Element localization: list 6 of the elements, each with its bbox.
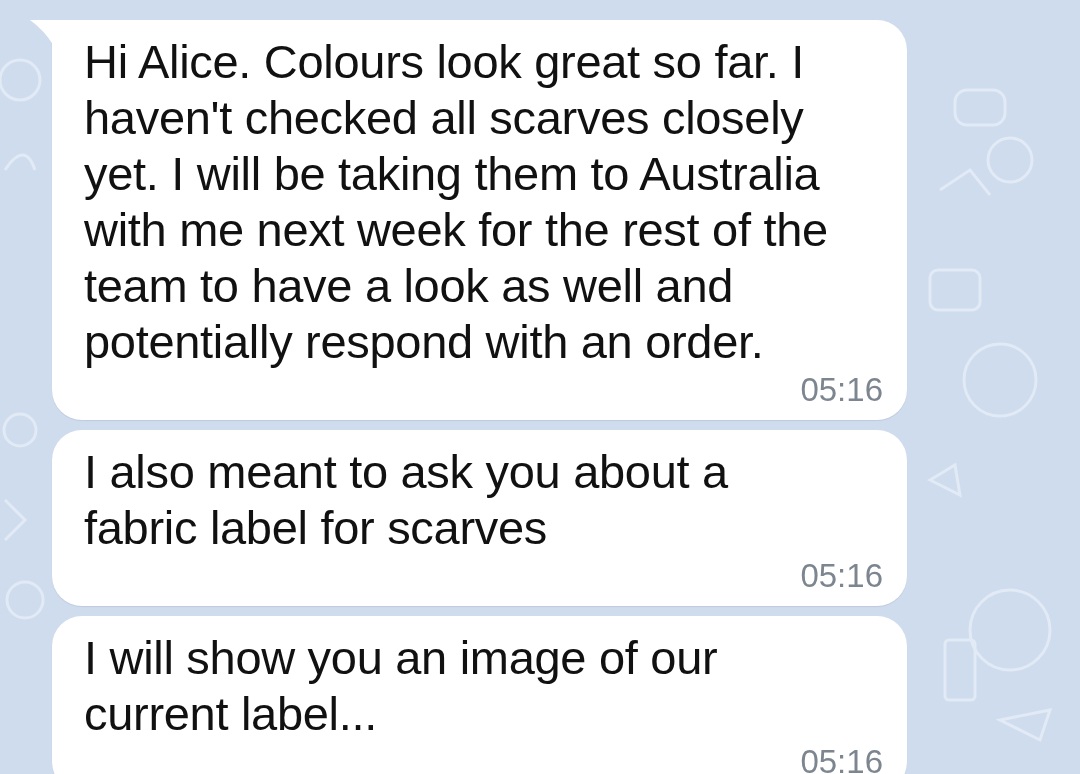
message-text: I also meant to ask you about a fabric label for scarves xyxy=(84,444,729,556)
message-text: I will show you an image of our current label... xyxy=(84,630,719,742)
message-time: 05:16 xyxy=(800,370,883,410)
message-time: 05:16 xyxy=(800,556,883,596)
message-text: Hi Alice. Colours look great so far. I haven't checked all scarves closely yet. I will be taking them to Australia with me next week for the rest of the team to have a look as well and potentially respond with an order. xyxy=(84,34,829,370)
message-time: 05:16 xyxy=(800,742,883,774)
